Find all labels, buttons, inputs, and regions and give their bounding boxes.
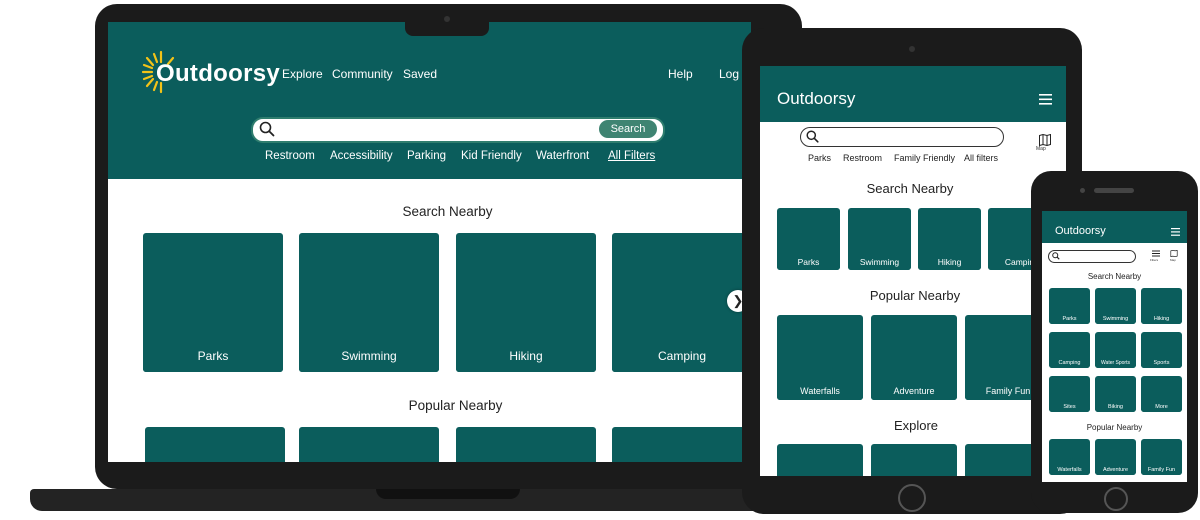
- card-label: Swimming: [1095, 315, 1136, 324]
- phone-card-swimming[interactable]: Swimming: [1095, 288, 1136, 324]
- phone-brand-logo[interactable]: Outdoorsy: [1055, 225, 1106, 237]
- laptop-camera: [444, 16, 450, 22]
- tablet-card-swimming[interactable]: Swimming: [848, 208, 911, 270]
- tablet-card-waterfalls[interactable]: Waterfalls: [777, 315, 863, 400]
- laptop-header: Outdoorsy Explore Community Saved Help L…: [108, 22, 751, 179]
- filters-icon[interactable]: [1152, 250, 1160, 257]
- card-label: Hiking: [918, 255, 981, 270]
- popular-card-family-fun[interactable]: [456, 427, 596, 462]
- phone-section-popular-nearby: Popular Nearby: [1086, 423, 1143, 432]
- card-label: Sites: [1049, 403, 1090, 412]
- category-card-hiking[interactable]: Hiking: [456, 233, 596, 372]
- tablet-section-search-nearby: Search Nearby: [866, 181, 954, 196]
- card-label: Waterfalls: [777, 382, 863, 400]
- section-title-search-nearby: Search Nearby: [402, 204, 493, 219]
- tablet-filter-all-filters[interactable]: All filters: [964, 153, 998, 163]
- tablet-section-popular-nearby: Popular Nearby: [869, 288, 961, 303]
- phone-card-adventure[interactable]: Adventure: [1095, 439, 1136, 475]
- nav-community[interactable]: Community: [332, 67, 393, 81]
- tablet-search-icon: [806, 130, 819, 143]
- phone-card-sites[interactable]: Sites: [1049, 376, 1090, 412]
- phone-card-hiking[interactable]: Hiking: [1141, 288, 1182, 324]
- card-label: Parks: [143, 340, 283, 372]
- phone-screen: Outdoorsy Filters Map Search Nearby Park…: [1042, 211, 1187, 482]
- popular-card-forest[interactable]: [612, 427, 751, 462]
- tablet-card-adventure[interactable]: Adventure: [871, 315, 957, 400]
- tablet-screen: Outdoorsy Map Parks Restroom Family Frie…: [760, 66, 1066, 476]
- phone-map-label: Map: [1170, 258, 1176, 262]
- filter-parking[interactable]: Parking: [407, 150, 446, 162]
- card-label: Family Fun: [1141, 466, 1182, 475]
- card-label: Water Sports: [1095, 359, 1136, 368]
- card-label: Biking: [1095, 403, 1136, 412]
- tablet-explore-card-2[interactable]: [871, 444, 957, 476]
- tablet-brand-logo[interactable]: Outdoorsy: [777, 89, 855, 109]
- popular-card-adventure[interactable]: [299, 427, 439, 462]
- phone-card-waterfalls[interactable]: Waterfalls: [1049, 439, 1090, 475]
- phone-card-parks[interactable]: Parks: [1049, 288, 1090, 324]
- card-label: Adventure: [871, 382, 957, 400]
- tablet-header: Outdoorsy: [760, 66, 1066, 122]
- hamburger-menu-icon[interactable]: [1039, 94, 1052, 105]
- category-card-swimming[interactable]: Swimming: [299, 233, 439, 372]
- tablet-filter-family-friendly[interactable]: Family Friendly: [894, 153, 955, 163]
- card-label: Adventure: [1095, 466, 1136, 475]
- phone-card-sports[interactable]: Sports: [1141, 332, 1182, 368]
- tablet-home-button: [898, 484, 926, 512]
- phone-card-family-fun[interactable]: Family Fun: [1141, 439, 1182, 475]
- laptop-screen: Outdoorsy Explore Community Saved Help L…: [108, 22, 751, 462]
- filter-all-filters[interactable]: All Filters: [608, 150, 655, 162]
- tablet-camera: [909, 46, 915, 52]
- map-icon[interactable]: [1039, 134, 1051, 146]
- card-label: More: [1141, 403, 1182, 412]
- filter-restroom[interactable]: Restroom: [265, 150, 315, 162]
- phone-section-search-nearby: Search Nearby: [1087, 272, 1142, 281]
- nav-explore[interactable]: Explore: [282, 67, 323, 81]
- search-icon: [259, 121, 275, 137]
- filters-label: Filters: [1150, 258, 1159, 262]
- tablet-search-input[interactable]: [800, 127, 1004, 147]
- card-label: Waterfalls: [1049, 466, 1090, 475]
- laptop-groove: [376, 489, 520, 499]
- search-button[interactable]: Search: [599, 120, 657, 138]
- filter-accessibility[interactable]: Accessibility: [330, 150, 393, 162]
- phone-map-icon[interactable]: [1170, 250, 1178, 257]
- nav-help[interactable]: Help: [668, 67, 693, 81]
- phone-search-icon: [1052, 252, 1060, 260]
- card-label: Camping: [1049, 359, 1090, 368]
- phone-card-water-sports[interactable]: Water Sports: [1095, 332, 1136, 368]
- tablet-explore-card-1[interactable]: [777, 444, 863, 476]
- popular-card-waterfalls[interactable]: [145, 427, 285, 462]
- card-label: Hiking: [456, 340, 596, 372]
- card-label: Camping: [612, 340, 751, 372]
- card-label: Hiking: [1141, 315, 1182, 324]
- section-title-popular-nearby: Popular Nearby: [408, 398, 503, 413]
- card-label: Swimming: [848, 255, 911, 270]
- phone-home-button: [1104, 487, 1128, 511]
- card-label: Parks: [1049, 315, 1090, 324]
- phone-card-biking[interactable]: Biking: [1095, 376, 1136, 412]
- nav-saved[interactable]: Saved: [403, 67, 437, 81]
- filter-waterfront[interactable]: Waterfront: [536, 150, 589, 162]
- phone-camera: [1080, 188, 1085, 193]
- card-label: Parks: [777, 255, 840, 270]
- phone-card-camping[interactable]: Camping: [1049, 332, 1090, 368]
- phone-hamburger-icon[interactable]: [1171, 228, 1180, 236]
- tablet-filter-restroom[interactable]: Restroom: [843, 153, 882, 163]
- brand-logo[interactable]: Outdoorsy: [156, 60, 280, 88]
- category-card-parks[interactable]: Parks: [143, 233, 283, 372]
- phone-search-input[interactable]: [1048, 250, 1136, 263]
- phone-speaker: [1094, 188, 1134, 193]
- tablet-filter-parks[interactable]: Parks: [808, 153, 831, 163]
- tablet-card-parks[interactable]: Parks: [777, 208, 840, 270]
- card-label: Swimming: [299, 340, 439, 372]
- filter-kid-friendly[interactable]: Kid Friendly: [461, 150, 522, 162]
- tablet-card-hiking[interactable]: Hiking: [918, 208, 981, 270]
- phone-card-more[interactable]: More: [1141, 376, 1182, 412]
- card-label: Sports: [1141, 359, 1182, 368]
- phone-header: Outdoorsy: [1042, 211, 1187, 243]
- map-label: Map: [1036, 146, 1046, 152]
- tablet-section-explore: Explore: [893, 418, 939, 433]
